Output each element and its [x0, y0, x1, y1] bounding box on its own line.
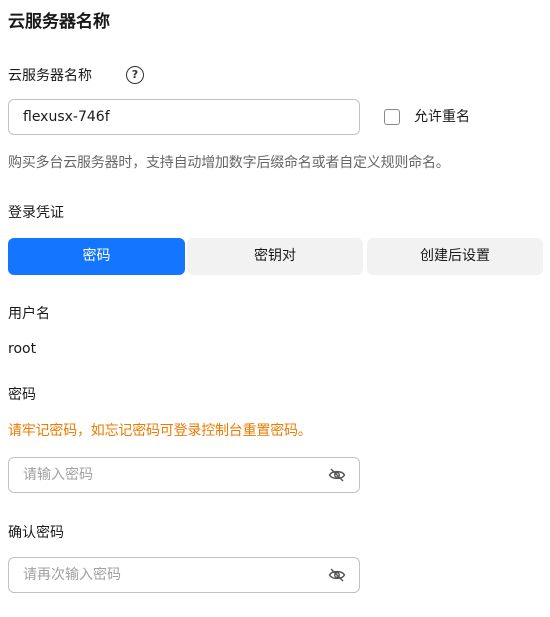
server-name-label: 云服务器名称 [8, 68, 92, 84]
credential-tabs: 密码 密钥对 创建后设置 [8, 238, 543, 275]
confirm-password-label: 确认密码 [8, 525, 64, 541]
confirm-password-input[interactable] [8, 557, 360, 593]
allow-duplicate-label[interactable]: 允许重名 [414, 107, 470, 127]
password-input[interactable] [8, 457, 360, 493]
login-credential-label: 登录凭证 [8, 205, 64, 221]
allow-duplicate-checkbox[interactable] [384, 109, 400, 125]
username-value: root [8, 341, 37, 357]
server-name-hint: 购买多台云服务器时，支持自动增加数字后缀命名或者自定义规则命名。 [8, 155, 450, 171]
tab-password[interactable]: 密码 [8, 238, 185, 275]
question-circle-icon[interactable]: ? [126, 66, 144, 84]
eye-off-icon[interactable] [328, 568, 346, 582]
eye-off-icon[interactable] [328, 468, 346, 482]
section-title: 云服务器名称 [8, 12, 110, 32]
password-warning: 请牢记密码，如忘记密码可登录控制台重置密码。 [8, 423, 312, 439]
server-name-input[interactable] [8, 99, 360, 135]
tab-set-after-creation[interactable]: 创建后设置 [367, 238, 543, 275]
tab-key-pair[interactable]: 密钥对 [187, 238, 363, 275]
username-label: 用户名 [8, 306, 50, 322]
password-label: 密码 [8, 387, 36, 403]
